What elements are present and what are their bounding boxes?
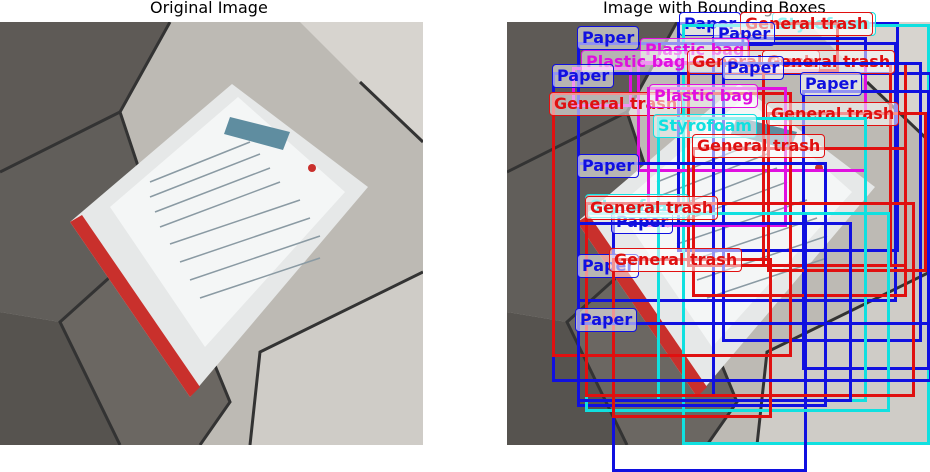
bbox-label-general-trash: General trash (692, 134, 826, 158)
bbox-label-paper: Paper (552, 64, 615, 88)
original-image-title: Original Image (150, 0, 268, 17)
bbox-label-paper: Paper (577, 154, 640, 178)
bbox-label-paper: Paper (577, 26, 640, 50)
original-image (0, 22, 423, 445)
bbox-label-general-trash: General trash (585, 196, 719, 220)
bbox-label-paper: Paper (575, 308, 638, 332)
bbox-label-paper: Paper (800, 72, 863, 96)
bbox-label-plastic-bag: Plastic bag (649, 84, 759, 108)
bbox-label-paper: Paper (722, 56, 785, 80)
detection-overlay: PaperStyrofoamGeneral trashPaperPaperPla… (507, 12, 930, 472)
bbox-label-general-trash: General trash (609, 248, 743, 272)
